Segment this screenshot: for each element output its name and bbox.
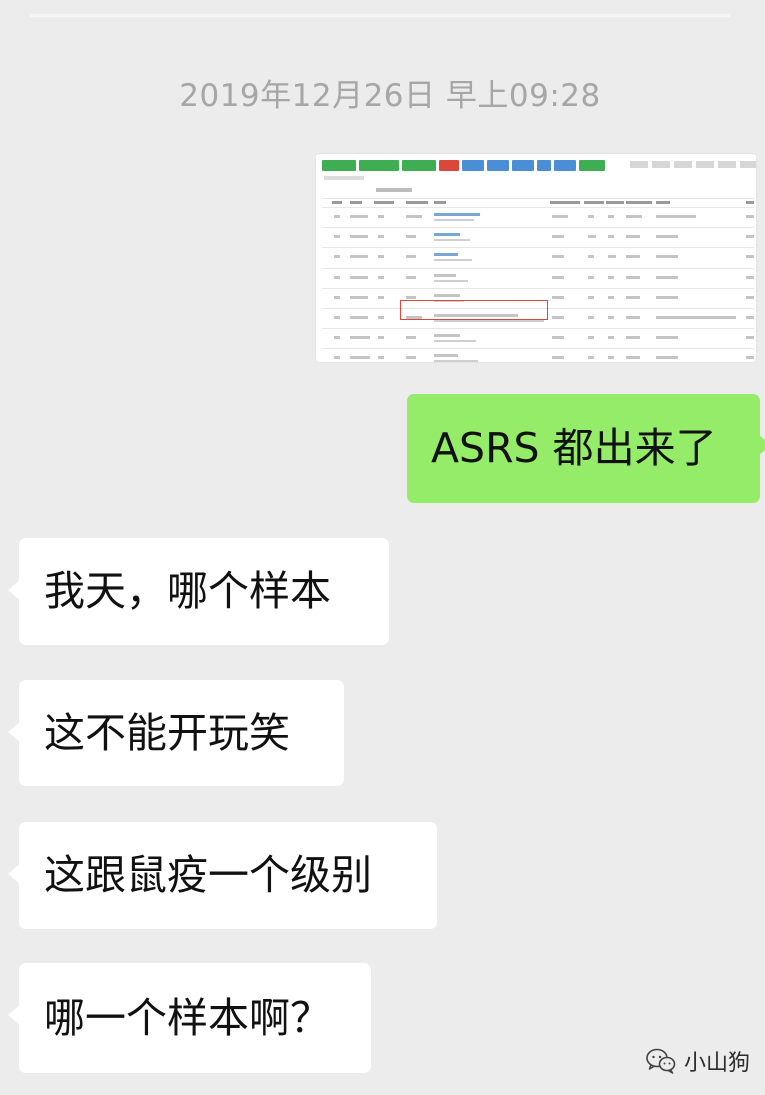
- received-message-bubble[interactable]: 我天，哪个样本: [8, 538, 389, 645]
- image-message[interactable]: [316, 154, 756, 362]
- image-table-preview: [322, 198, 754, 362]
- watermark: 小山狗: [646, 1045, 750, 1077]
- message-text: 哪一个样本啊？: [44, 993, 331, 1042]
- received-message-bubble[interactable]: 这不能开玩笑: [8, 680, 344, 786]
- image-highlight-box: [400, 300, 548, 320]
- received-message-bubble[interactable]: 这跟鼠疫一个级别: [8, 822, 437, 929]
- sent-message-bubble[interactable]: ASRS 都出来了: [407, 394, 765, 503]
- wechat-icon: [646, 1048, 676, 1074]
- image-toolbar-preview: [322, 160, 605, 171]
- image-tabs-preview: [630, 161, 756, 168]
- message-text: 我天，哪个样本: [44, 567, 331, 615]
- message-text: 这不能开玩笑: [44, 708, 290, 757]
- watermark-text: 小山狗: [684, 1051, 751, 1076]
- received-message-bubble[interactable]: 哪一个样本啊？: [8, 963, 371, 1073]
- message-text: ASRS 都出来了: [431, 424, 717, 472]
- message-text: 这跟鼠疫一个级别: [44, 851, 372, 899]
- message-timestamp: 2019年12月26日 早上09:28: [179, 78, 601, 114]
- top-divider: [30, 14, 730, 17]
